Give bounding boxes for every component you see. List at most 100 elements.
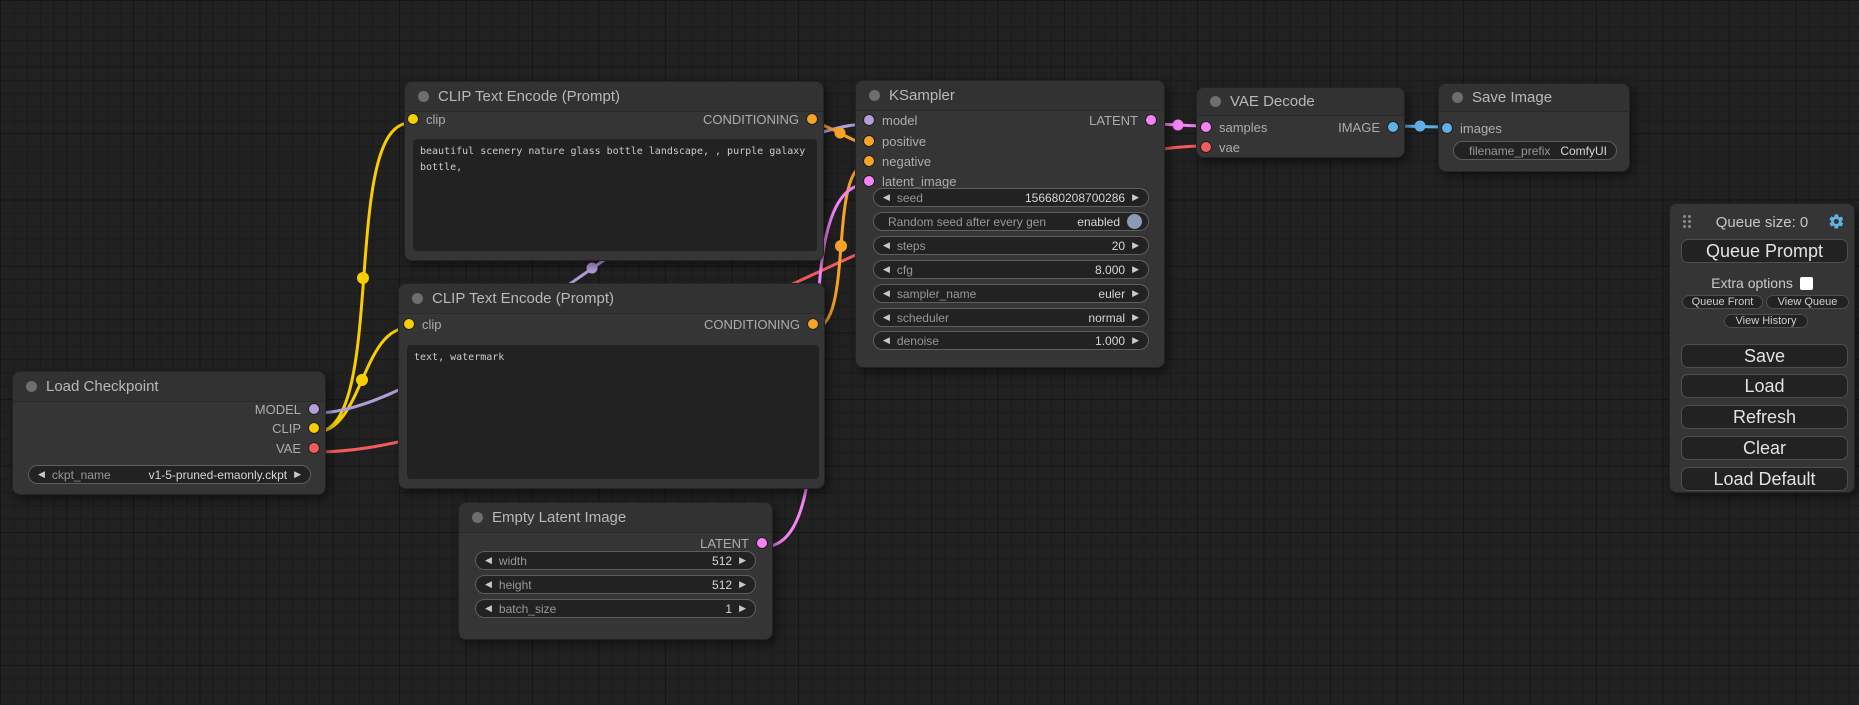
view-history-button[interactable]: View History — [1724, 314, 1808, 328]
refresh-button[interactable]: Refresh — [1681, 405, 1848, 429]
vae-port-icon[interactable] — [1201, 142, 1211, 152]
extra-options-checkbox[interactable] — [1800, 277, 1813, 290]
batch-size-widget[interactable]: ◀ batch_size 1 ▶ — [475, 599, 756, 618]
arrow-right-icon[interactable]: ▶ — [294, 470, 301, 479]
arrow-left-icon[interactable]: ◀ — [883, 313, 890, 322]
arrow-left-icon[interactable]: ◀ — [485, 604, 492, 613]
positive-prompt-textarea[interactable]: beautiful scenery nature glass bottle la… — [413, 139, 817, 251]
arrow-right-icon[interactable]: ▶ — [1132, 265, 1139, 274]
queue-panel[interactable]: Queue size: 0 Queue Prompt Extra options… — [1669, 203, 1855, 493]
output-slot-model[interactable]: MODEL — [255, 402, 319, 416]
node-graph-canvas[interactable]: Load Checkpoint MODEL CLIP VAE ◀ ckpt_na… — [0, 0, 1859, 705]
arrow-left-icon[interactable]: ◀ — [883, 289, 890, 298]
image-port-icon[interactable] — [1388, 122, 1398, 132]
arrow-right-icon[interactable]: ▶ — [739, 580, 746, 589]
model-port-icon[interactable] — [864, 115, 874, 125]
output-slot-conditioning[interactable]: CONDITIONING — [704, 317, 818, 331]
cfg-widget[interactable]: ◀ cfg 8.000 ▶ — [873, 260, 1149, 279]
node-ksampler[interactable]: KSampler model positive negative latent_… — [855, 80, 1165, 368]
latent-port-icon[interactable] — [1146, 115, 1156, 125]
clip-port-icon[interactable] — [404, 319, 414, 329]
node-clip-text-encode-positive[interactable]: CLIP Text Encode (Prompt) clip CONDITION… — [404, 81, 824, 261]
latent-port-icon[interactable] — [864, 176, 874, 186]
filename-prefix-widget[interactable]: filename_prefix ComfyUI — [1453, 141, 1617, 160]
arrow-left-icon[interactable]: ◀ — [485, 556, 492, 565]
arrow-left-icon[interactable]: ◀ — [883, 265, 890, 274]
node-title-bar[interactable]: Empty Latent Image — [459, 503, 772, 533]
model-port-icon[interactable] — [309, 404, 319, 414]
arrow-right-icon[interactable]: ▶ — [739, 556, 746, 565]
node-title-bar[interactable]: KSampler — [856, 81, 1164, 111]
arrow-left-icon[interactable]: ◀ — [38, 470, 45, 479]
arrow-left-icon[interactable]: ◀ — [485, 580, 492, 589]
node-title-bar[interactable]: CLIP Text Encode (Prompt) — [399, 284, 824, 314]
input-slot-negative[interactable]: negative — [864, 154, 931, 168]
node-title-bar[interactable]: Load Checkpoint — [13, 372, 325, 402]
collapse-dot-icon[interactable] — [869, 90, 880, 101]
arrow-right-icon[interactable]: ▶ — [1132, 313, 1139, 322]
scheduler-widget[interactable]: ◀ scheduler normal ▶ — [873, 308, 1149, 327]
collapse-dot-icon[interactable] — [418, 91, 429, 102]
clip-port-icon[interactable] — [309, 423, 319, 433]
collapse-dot-icon[interactable] — [412, 293, 423, 304]
node-load-checkpoint[interactable]: Load Checkpoint MODEL CLIP VAE ◀ ckpt_na… — [12, 371, 326, 495]
save-button[interactable]: Save — [1681, 344, 1848, 368]
arrow-right-icon[interactable]: ▶ — [1132, 289, 1139, 298]
conditioning-port-icon[interactable] — [864, 136, 874, 146]
conditioning-port-icon[interactable] — [864, 156, 874, 166]
seed-widget[interactable]: ◀ seed 156680208700286 ▶ — [873, 188, 1149, 207]
node-save-image[interactable]: Save Image images filename_prefix ComfyU… — [1438, 83, 1630, 172]
arrow-right-icon[interactable]: ▶ — [1132, 336, 1139, 345]
clip-port-icon[interactable] — [408, 114, 418, 124]
random-seed-toggle-widget[interactable]: Random seed after every gen enabled — [873, 212, 1149, 231]
collapse-dot-icon[interactable] — [472, 512, 483, 523]
output-slot-latent[interactable]: LATENT — [700, 536, 767, 550]
input-slot-model[interactable]: model — [864, 113, 917, 127]
collapse-dot-icon[interactable] — [1452, 92, 1463, 103]
collapse-dot-icon[interactable] — [26, 381, 37, 392]
arrow-right-icon[interactable]: ▶ — [1132, 241, 1139, 250]
drag-handle-icon[interactable] — [1683, 215, 1686, 218]
collapse-dot-icon[interactable] — [1210, 96, 1221, 107]
conditioning-port-icon[interactable] — [807, 114, 817, 124]
node-title-bar[interactable]: Save Image — [1439, 84, 1629, 112]
gear-icon[interactable] — [1828, 213, 1845, 230]
arrow-left-icon[interactable]: ◀ — [883, 193, 890, 202]
latent-port-icon[interactable] — [757, 538, 767, 548]
sampler-name-widget[interactable]: ◀ sampler_name euler ▶ — [873, 284, 1149, 303]
input-slot-clip[interactable]: clip — [408, 112, 446, 126]
conditioning-port-icon[interactable] — [808, 319, 818, 329]
steps-widget[interactable]: ◀ steps 20 ▶ — [873, 236, 1149, 255]
load-default-button[interactable]: Load Default — [1681, 467, 1848, 491]
input-slot-vae[interactable]: vae — [1201, 140, 1240, 154]
node-title-bar[interactable]: VAE Decode — [1197, 88, 1404, 116]
toggle-knob-icon[interactable] — [1127, 214, 1142, 229]
node-vae-decode[interactable]: VAE Decode samples vae IMAGE — [1196, 87, 1405, 158]
input-slot-clip[interactable]: clip — [404, 317, 442, 331]
negative-prompt-textarea[interactable]: text, watermark — [407, 345, 819, 479]
output-slot-latent[interactable]: LATENT — [1089, 113, 1156, 127]
output-slot-conditioning[interactable]: CONDITIONING — [703, 112, 817, 126]
clear-button[interactable]: Clear — [1681, 436, 1848, 460]
node-title-bar[interactable]: CLIP Text Encode (Prompt) — [405, 82, 823, 112]
arrow-right-icon[interactable]: ▶ — [1132, 193, 1139, 202]
queue-prompt-button[interactable]: Queue Prompt — [1681, 239, 1848, 263]
output-slot-clip[interactable]: CLIP — [272, 421, 319, 435]
width-widget[interactable]: ◀ width 512 ▶ — [475, 551, 756, 570]
output-slot-image[interactable]: IMAGE — [1338, 120, 1398, 134]
denoise-widget[interactable]: ◀ denoise 1.000 ▶ — [873, 331, 1149, 350]
input-slot-samples[interactable]: samples — [1201, 120, 1267, 134]
arrow-left-icon[interactable]: ◀ — [883, 241, 890, 250]
input-slot-latent-image[interactable]: latent_image — [864, 174, 956, 188]
input-slot-images[interactable]: images — [1442, 121, 1502, 135]
output-slot-vae[interactable]: VAE — [276, 441, 319, 455]
node-clip-text-encode-negative[interactable]: CLIP Text Encode (Prompt) clip CONDITION… — [398, 283, 825, 489]
ckpt-name-widget[interactable]: ◀ ckpt_name v1-5-pruned-emaonly.ckpt ▶ — [28, 465, 311, 484]
view-queue-button[interactable]: View Queue — [1766, 295, 1849, 309]
node-empty-latent-image[interactable]: Empty Latent Image LATENT ◀ width 512 ▶ … — [458, 502, 773, 640]
arrow-left-icon[interactable]: ◀ — [883, 336, 890, 345]
load-button[interactable]: Load — [1681, 374, 1848, 398]
input-slot-positive[interactable]: positive — [864, 134, 926, 148]
vae-port-icon[interactable] — [309, 443, 319, 453]
height-widget[interactable]: ◀ height 512 ▶ — [475, 575, 756, 594]
